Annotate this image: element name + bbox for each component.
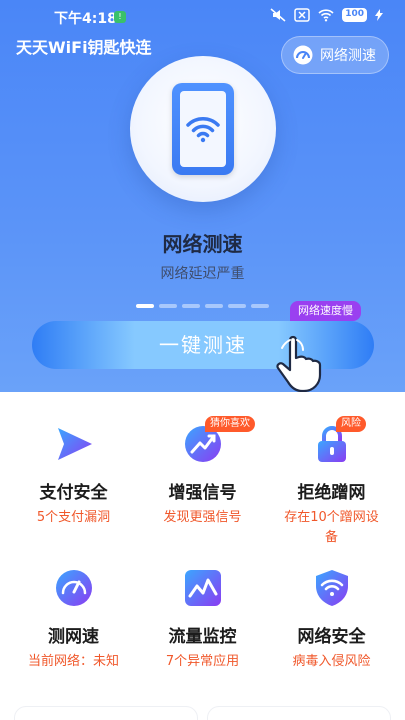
feature-desc: 存在10个蹭网设备 [284, 510, 379, 545]
battery-icon: 100 [342, 8, 367, 22]
hero-subtitle: 网络延迟严重 [160, 266, 245, 282]
pointing-hand-icon [276, 335, 322, 392]
wifi-signal-icon [186, 117, 220, 143]
status-time: 下午4:18 [54, 11, 117, 27]
gauge-icon [293, 45, 313, 65]
speedometer-icon [56, 570, 92, 606]
carousel-dot [228, 304, 246, 308]
charging-icon [375, 9, 383, 21]
carousel-indicator [136, 304, 269, 308]
feature-label: 网络安全 [297, 627, 366, 647]
feature-payment-security[interactable]: 支付安全 5个支付漏洞 [6, 424, 141, 554]
network-slow-badge: 网络速度慢 [290, 301, 361, 321]
status-bar: 下午4:18 ! 100 [0, 0, 405, 30]
phone-icon [172, 83, 234, 175]
feature-desc: 7个异常应用 [165, 654, 240, 669]
feature-desc: 当前网络：未知 [27, 654, 119, 669]
feature-desc: 病毒入侵风险 [292, 654, 371, 669]
feature-block-freeloaders[interactable]: 风险 拒绝蹭网 存在10个蹭网设备 [264, 416, 399, 554]
bottom-card-left[interactable] [14, 706, 198, 720]
speed-test-button[interactable]: 网络测速 [281, 36, 389, 74]
phone-illustration [130, 56, 276, 202]
feature-network-security[interactable]: 网络安全 病毒入侵风险 [264, 568, 399, 698]
feature-desc: 发现更强信号 [163, 510, 242, 525]
feature-label: 流量监控 [168, 627, 237, 647]
wifi-icon [318, 9, 334, 22]
bottom-cards [0, 700, 405, 720]
feature-desc: 5个支付漏洞 [36, 510, 111, 525]
feature-label: 支付安全 [39, 483, 108, 503]
app-title: 天天WiFi钥匙快连 [16, 38, 152, 57]
carousel-dot [136, 304, 154, 308]
feature-signal-boost[interactable]: 猜你喜欢 增强信号 发现更强信号 [135, 416, 270, 554]
carousel-dot [182, 304, 200, 308]
feature-label: 测网速 [48, 627, 99, 647]
carousel-dot [205, 304, 223, 308]
mute-icon [270, 8, 286, 22]
close-box-icon [294, 8, 310, 22]
feature-label: 拒绝蹭网 [297, 483, 366, 503]
notification-icon: ! [114, 11, 126, 23]
feature-speed-test[interactable]: 测网速 当前网络：未知 [6, 568, 141, 698]
send-arrow-icon [58, 428, 92, 460]
speed-test-label: 网络测速 [320, 48, 376, 64]
feature-grid: 支付安全 5个支付漏洞 猜你喜欢 增强信号 发现更强信号 风险 拒绝蹭网 存在1… [0, 392, 405, 720]
recommend-tag: 猜你喜欢 [205, 416, 255, 432]
traffic-chart-icon [185, 570, 221, 606]
bottom-card-right[interactable] [207, 706, 391, 720]
wifi-shield-icon [316, 570, 348, 606]
carousel-dot [159, 304, 177, 308]
carousel-dot [251, 304, 269, 308]
hero-title: 网络测速 [162, 232, 243, 256]
feature-traffic-monitor[interactable]: 流量监控 7个异常应用 [135, 568, 270, 698]
hero-section: 下午4:18 ! 100 天天WiFi钥匙快连 网络测速 网络测速 网络延迟严重… [0, 0, 405, 392]
risk-tag: 风险 [336, 416, 366, 432]
feature-label: 增强信号 [168, 483, 237, 503]
